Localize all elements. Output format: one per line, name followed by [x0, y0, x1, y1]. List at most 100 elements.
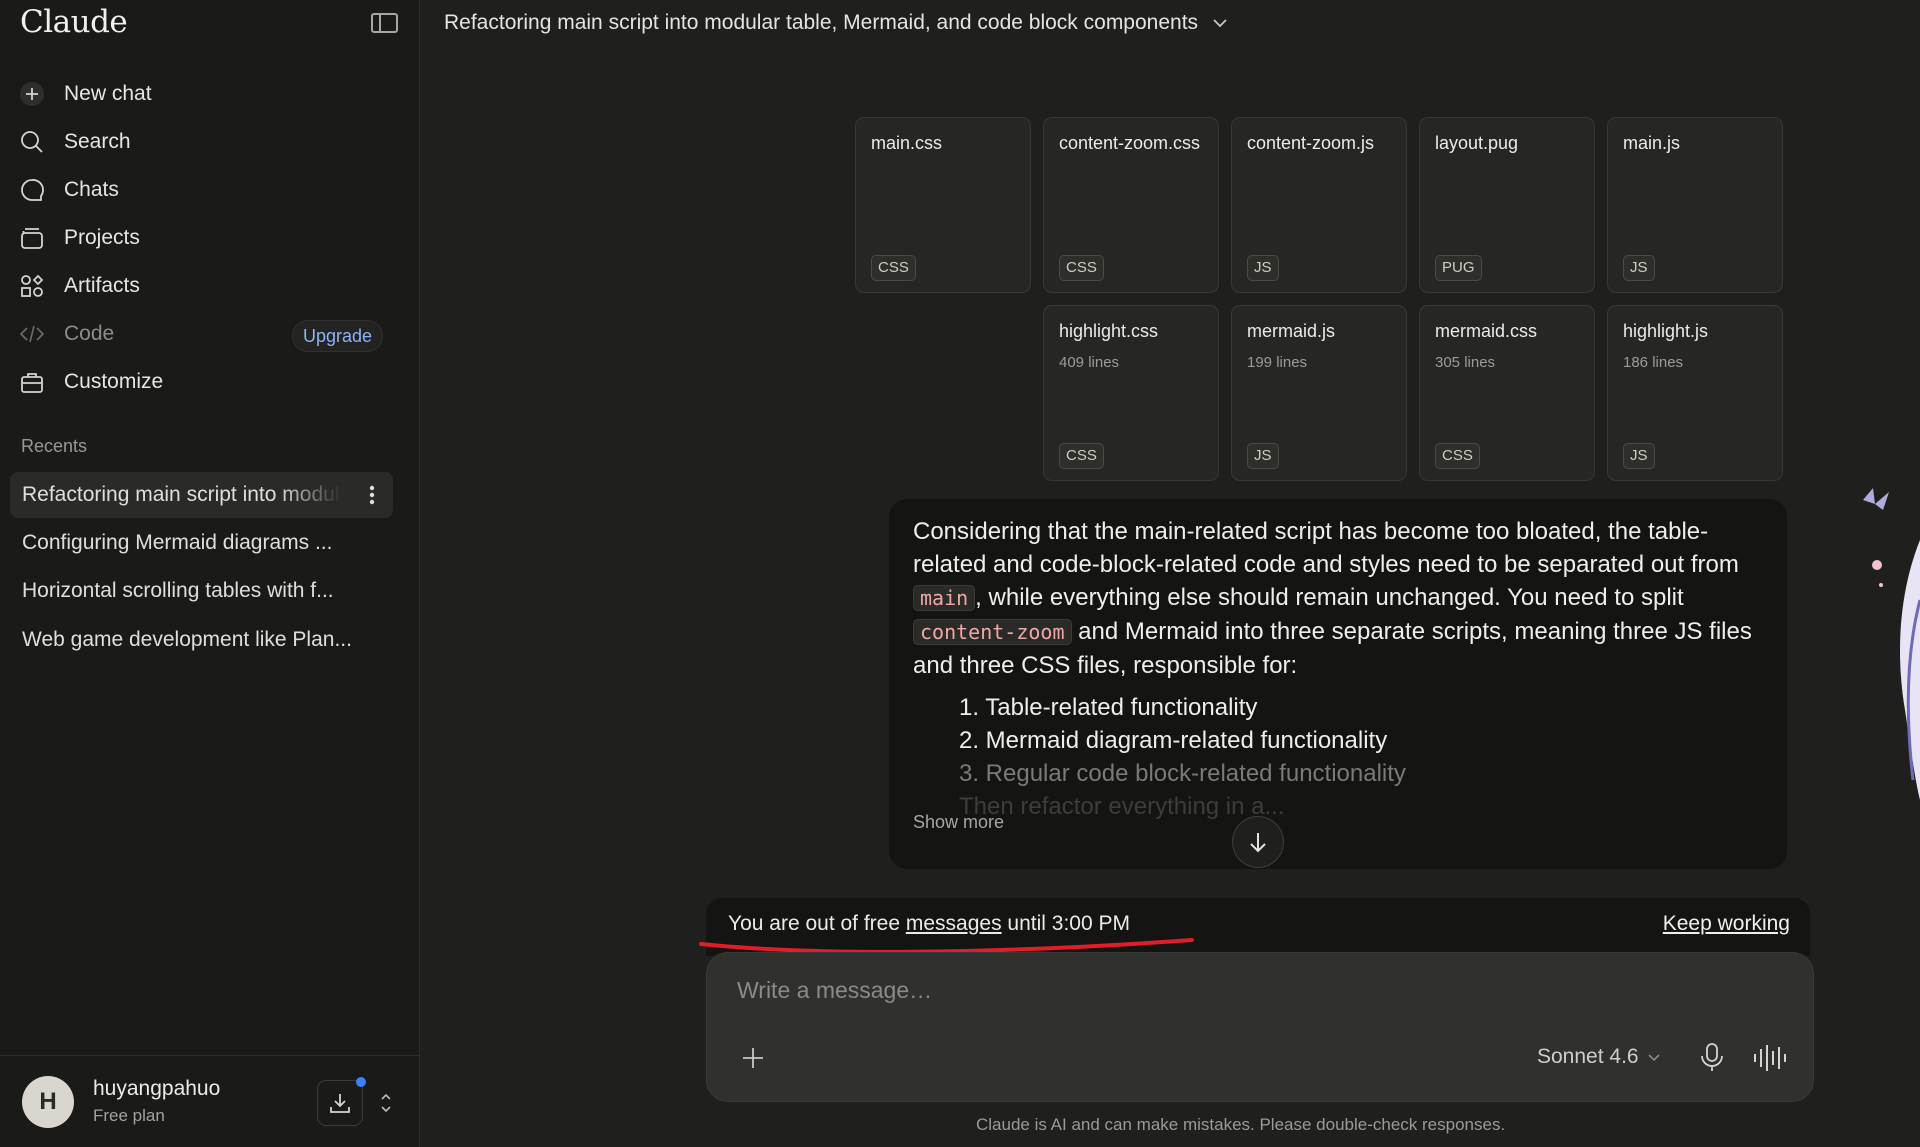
nav-label: New chat — [64, 82, 152, 105]
message-input[interactable] — [737, 977, 1637, 1004]
file-type-badge: CSS — [1059, 443, 1104, 469]
message-paragraph: Considering that the main-related script… — [913, 515, 1773, 682]
avatar[interactable]: H — [22, 1076, 74, 1128]
file-line-count: 305 lines — [1435, 354, 1496, 371]
file-type-badge: JS — [1247, 255, 1279, 281]
model-name: Sonnet 4.6 — [1537, 1045, 1639, 1068]
file-type-badge: CSS — [1059, 255, 1104, 281]
nav-label: Chats — [64, 178, 119, 201]
code-icon — [18, 320, 46, 348]
show-more-button[interactable]: Show more — [913, 812, 1004, 833]
list-item: Then refactor everything in a... — [959, 793, 1285, 820]
ai-disclaimer: Claude is AI and can make mistakes. Plea… — [976, 1115, 1506, 1134]
recent-chat-item[interactable]: Horizontal scrolling tables with f... — [10, 568, 393, 614]
file-name: mermaid.js — [1247, 321, 1336, 341]
chat-title: Refactoring main script into modular tab… — [444, 11, 1199, 34]
recent-chat-item[interactable]: Refactoring main script into modular tab… — [10, 472, 393, 518]
file-attachment-card[interactable]: highlight.js 186 lines JS — [1607, 305, 1783, 481]
microphone-icon[interactable] — [1697, 1041, 1727, 1073]
file-attachment-card[interactable]: content-zoom.css CSS — [1043, 117, 1219, 293]
recent-chat-title: Refactoring main script into modular tab… — [22, 483, 342, 506]
file-attachment-card[interactable]: mermaid.css 305 lines CSS — [1419, 305, 1595, 481]
file-name: main.js — [1623, 133, 1681, 153]
file-attachment-card[interactable]: main.js JS — [1607, 117, 1783, 293]
file-type-badge: CSS — [871, 255, 916, 281]
file-attachment-card[interactable]: highlight.css 409 lines CSS — [1043, 305, 1219, 481]
nav-label: Projects — [64, 226, 140, 249]
file-type-badge: PUG — [1435, 255, 1482, 281]
chevron-down-icon — [1213, 19, 1227, 28]
arrow-down-icon — [1250, 833, 1266, 853]
nav-label: Code — [64, 322, 115, 345]
file-line-count: 199 lines — [1247, 354, 1308, 371]
message-list: 1. Table-related functionality 2. Mermai… — [959, 691, 1406, 823]
scroll-to-bottom-button[interactable] — [1232, 816, 1284, 868]
inline-code: content-zoom — [913, 619, 1072, 645]
file-name: content-zoom.js — [1247, 133, 1375, 153]
notification-dot — [356, 1077, 366, 1087]
more-options-icon[interactable] — [369, 485, 375, 505]
list-item: 3. Regular code block-related functional… — [959, 760, 1406, 787]
user-message-bubble: Considering that the main-related script… — [889, 499, 1787, 869]
file-type-badge: JS — [1623, 255, 1655, 281]
model-selector[interactable]: Sonnet 4.6 — [1537, 1045, 1661, 1069]
inline-code: main — [913, 585, 976, 611]
nav-search[interactable]: Search — [18, 122, 398, 162]
file-name: main.css — [871, 133, 943, 153]
limit-text-part: until 3:00 PM — [1001, 912, 1130, 935]
nav-chats[interactable]: Chats — [18, 170, 398, 210]
add-attachment-icon[interactable] — [740, 1045, 766, 1071]
chat-title-dropdown[interactable]: Refactoring main script into modular tab… — [444, 11, 1228, 35]
recent-chat-item[interactable]: Web game development like Plan... — [10, 617, 393, 663]
file-name: layout.pug — [1435, 133, 1519, 153]
nav-label: Artifacts — [64, 274, 140, 297]
nav-projects[interactable]: Projects — [18, 218, 398, 258]
keep-working-link[interactable]: Keep working — [1663, 912, 1790, 936]
sidebar-toggle-icon[interactable] — [371, 13, 398, 33]
recent-chat-title: Horizontal scrolling tables with f... — [22, 579, 334, 602]
download-icon — [330, 1094, 350, 1113]
file-name: mermaid.css — [1435, 321, 1538, 341]
brand-logo[interactable]: Claude — [20, 4, 128, 40]
recent-chat-item[interactable]: Configuring Mermaid diagrams ... — [10, 520, 393, 566]
sidebar: Claude New chat Search Chats Projects Ar… — [0, 0, 420, 1147]
file-type-badge: CSS — [1435, 443, 1480, 469]
nav-new-chat[interactable]: New chat — [18, 74, 398, 114]
limit-text-part: You are out of free — [728, 912, 906, 935]
file-attachment-card[interactable]: layout.pug PUG — [1419, 117, 1595, 293]
file-name: highlight.js — [1623, 321, 1709, 341]
user-menu[interactable]: H huyangpahuo Free plan — [0, 1055, 420, 1147]
recents-heading: Recents — [21, 436, 88, 456]
nav-label: Search — [64, 130, 131, 153]
user-plan: Free plan — [93, 1106, 165, 1125]
list-item: 2. Mermaid diagram-related functionality — [959, 727, 1388, 754]
chevron-down-icon — [1648, 1054, 1660, 1062]
plus-icon — [18, 80, 46, 108]
file-type-badge: JS — [1247, 443, 1279, 469]
usage-limit-text: You are out of free messages until 3:00 … — [728, 912, 1130, 936]
file-line-count: 186 lines — [1623, 354, 1684, 371]
decorative-butterfly-sticker — [1863, 488, 1920, 800]
message-composer: Sonnet 4.6 — [706, 952, 1814, 1102]
file-attachment-card[interactable]: content-zoom.js JS — [1231, 117, 1407, 293]
messages-link[interactable]: messages — [906, 912, 1002, 935]
user-name: huyangpahuo — [93, 1077, 221, 1100]
nav-customize[interactable]: Customize — [18, 362, 398, 402]
message-text: Considering that the main-related script… — [913, 518, 1739, 578]
file-attachment-card[interactable]: main.css CSS — [855, 117, 1031, 293]
file-attachment-card[interactable]: mermaid.js 199 lines JS — [1231, 305, 1407, 481]
recent-chat-title: Configuring Mermaid diagrams ... — [22, 531, 333, 554]
voice-mode-icon[interactable] — [1752, 1043, 1786, 1073]
briefcase-icon — [18, 368, 46, 396]
recent-chat-title: Web game development like Plan... — [22, 628, 352, 651]
search-icon — [18, 128, 46, 156]
chevron-up-down-icon[interactable] — [379, 1091, 393, 1115]
message-text: , while everything else should remain un… — [975, 584, 1684, 611]
file-type-badge: JS — [1623, 443, 1655, 469]
upgrade-button[interactable]: Upgrade — [292, 320, 384, 352]
artifacts-icon — [18, 272, 46, 300]
file-line-count: 409 lines — [1059, 354, 1120, 371]
nav-artifacts[interactable]: Artifacts — [18, 266, 398, 306]
list-item: 1. Table-related functionality — [959, 694, 1258, 721]
download-app-button[interactable] — [317, 1080, 363, 1126]
